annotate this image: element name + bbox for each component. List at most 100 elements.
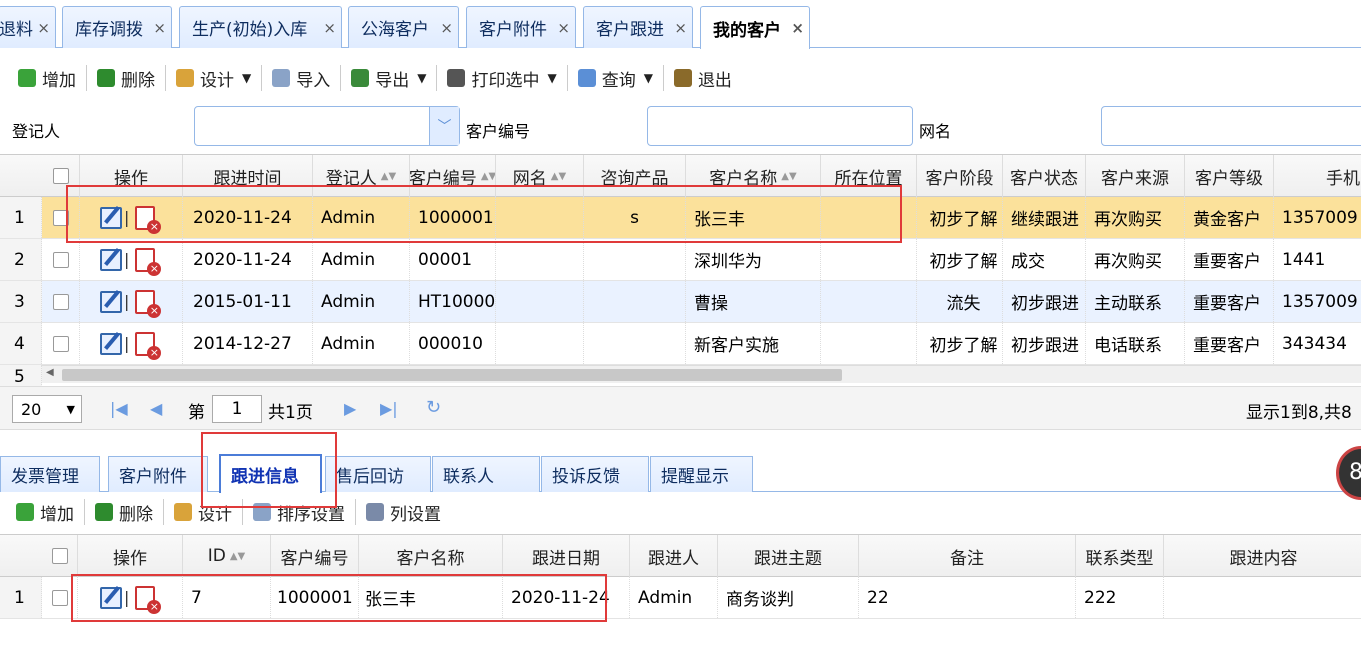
header-select-all[interactable] bbox=[42, 535, 78, 577]
bottom-tab-5[interactable]: 投诉反馈 bbox=[541, 456, 649, 492]
sort-icon[interactable]: ▲▼ bbox=[381, 171, 396, 182]
delete-button[interactable]: 删除 bbox=[87, 496, 161, 528]
subheader-col-3[interactable]: 客户编号 bbox=[271, 535, 359, 577]
tab-5[interactable]: 客户跟进 × bbox=[583, 6, 693, 48]
edit-icon[interactable] bbox=[100, 248, 122, 271]
select-all-checkbox[interactable] bbox=[51, 548, 68, 564]
delete-icon[interactable] bbox=[135, 585, 162, 614]
export-button[interactable]: 导出 ▼ bbox=[343, 62, 434, 94]
header-col-8[interactable]: 所在位置 bbox=[821, 155, 917, 197]
next-page-icon[interactable]: ▶ bbox=[344, 399, 356, 418]
row-checkbox-cell[interactable] bbox=[42, 239, 80, 280]
row-checkbox-cell[interactable] bbox=[42, 197, 80, 238]
delete-icon[interactable] bbox=[135, 331, 162, 360]
row-checkbox[interactable] bbox=[52, 293, 69, 310]
row-checkbox-cell[interactable] bbox=[42, 281, 80, 322]
subheader-col-6[interactable]: 跟进人 bbox=[630, 535, 718, 577]
scrollbar-thumb[interactable] bbox=[62, 369, 842, 381]
delete-icon[interactable] bbox=[135, 289, 162, 318]
close-icon[interactable]: × bbox=[153, 19, 166, 37]
header-col-4[interactable]: 客户编号 ▲▼ bbox=[410, 155, 496, 197]
close-icon[interactable]: × bbox=[37, 19, 50, 37]
table-row[interactable]: 1|71000001张三丰2020-11-24Admin商务谈判22222 bbox=[0, 577, 1361, 619]
wrench-button[interactable]: 列设置 bbox=[358, 496, 449, 528]
search-button[interactable]: 查询 ▼ bbox=[570, 62, 661, 94]
design-button[interactable]: 设计 ▼ bbox=[168, 62, 259, 94]
chevron-down-icon[interactable]: ﹀ bbox=[429, 107, 459, 145]
bottom-tab-0[interactable]: 发票管理 bbox=[0, 456, 100, 492]
header-col-12[interactable]: 客户等级 bbox=[1185, 155, 1274, 197]
sort-button[interactable]: 排序设置 bbox=[245, 496, 353, 528]
sort-icon[interactable]: ▲▼ bbox=[781, 171, 796, 182]
close-icon[interactable]: × bbox=[323, 19, 336, 37]
table-row[interactable]: 2 | 2020-11-24Admin00001 深圳华为 初步了解成交再次购买重要客户… bbox=[0, 239, 1361, 281]
edit-icon[interactable] bbox=[100, 586, 122, 609]
delete-button[interactable]: 删除 bbox=[89, 62, 163, 94]
page-number-input[interactable]: 1 bbox=[212, 395, 262, 423]
tab-3[interactable]: 公海客户 × bbox=[348, 6, 459, 48]
subheader-col-4[interactable]: 客户名称 bbox=[359, 535, 503, 577]
close-icon[interactable]: × bbox=[557, 19, 570, 37]
page-size-select[interactable]: 20 ▼ bbox=[12, 395, 82, 423]
refresh-icon[interactable]: ↻ bbox=[426, 397, 441, 418]
registrant-combo[interactable]: ﹀ bbox=[194, 106, 460, 146]
prev-page-icon[interactable]: ◀ bbox=[150, 399, 162, 418]
tab-4[interactable]: 客户附件 × bbox=[466, 6, 576, 48]
add-button[interactable]: 增加 bbox=[10, 62, 84, 94]
header-col-13[interactable]: 手机 bbox=[1274, 155, 1361, 197]
first-page-icon[interactable]: |◀ bbox=[110, 399, 128, 418]
sort-icon[interactable]: ▲▼ bbox=[551, 171, 566, 182]
table-row[interactable]: 1 | 2020-11-24Admin1000001 s张三丰 初步了解继续跟进再次购买… bbox=[0, 197, 1361, 239]
tab-1[interactable]: 库存调拨 × bbox=[62, 6, 172, 48]
header-select-all[interactable] bbox=[42, 155, 80, 197]
header-col-6[interactable]: 咨询产品 bbox=[584, 155, 686, 197]
caret-down-icon[interactable]: ▼ bbox=[417, 71, 426, 85]
subheader-col-8[interactable]: 备注 bbox=[859, 535, 1076, 577]
table-row[interactable]: 3 | 2015-01-11AdminHT10000 曹操 流失初步跟进主动联系重要客户… bbox=[0, 281, 1361, 323]
tab-0[interactable]: 退料 × bbox=[0, 6, 56, 48]
scroll-left-icon[interactable]: ◀ bbox=[46, 367, 54, 378]
sort-icon[interactable]: ▲▼ bbox=[230, 551, 245, 562]
header-col-11[interactable]: 客户来源 bbox=[1086, 155, 1185, 197]
design-button[interactable]: 设计 bbox=[166, 496, 240, 528]
bottom-tab-3[interactable]: 售后回访 bbox=[325, 456, 431, 492]
header-col-7[interactable]: 客户名称 ▲▼ bbox=[686, 155, 821, 197]
header-col-2[interactable]: 跟进时间 bbox=[183, 155, 313, 197]
bottom-tab-1[interactable]: 客户附件 bbox=[108, 456, 208, 492]
bottom-tab-6[interactable]: 提醒显示 bbox=[650, 456, 753, 492]
customer-no-input[interactable] bbox=[647, 106, 913, 146]
row-checkbox[interactable] bbox=[52, 335, 69, 352]
row-checkbox-cell[interactable] bbox=[42, 577, 78, 618]
caret-down-icon[interactable]: ▼ bbox=[644, 71, 653, 85]
row-checkbox-cell[interactable] bbox=[42, 323, 80, 364]
subheader-col-7[interactable]: 跟进主题 bbox=[718, 535, 859, 577]
header-col-9[interactable]: 客户阶段 bbox=[917, 155, 1003, 197]
print-button[interactable]: 打印选中 ▼ bbox=[439, 62, 564, 94]
horizontal-scrollbar[interactable]: ◀ bbox=[42, 365, 1361, 383]
edit-icon[interactable] bbox=[100, 332, 122, 355]
subheader-col-10[interactable]: 跟进内容 bbox=[1164, 535, 1361, 577]
exit-button[interactable]: 退出 bbox=[666, 62, 740, 94]
row-checkbox[interactable] bbox=[52, 209, 69, 226]
caret-down-icon[interactable]: ▼ bbox=[547, 71, 556, 85]
subheader-col-9[interactable]: 联系类型 bbox=[1076, 535, 1164, 577]
bottom-tab-4[interactable]: 联系人 bbox=[432, 456, 540, 492]
sort-icon[interactable]: ▲▼ bbox=[481, 171, 495, 182]
caret-down-icon[interactable]: ▼ bbox=[242, 71, 251, 85]
close-icon[interactable]: × bbox=[674, 19, 687, 37]
row-checkbox[interactable] bbox=[52, 251, 69, 268]
table-row[interactable]: 4 | 2014-12-27Admin000010 新客户实施 初步了解初步跟进电话联系… bbox=[0, 323, 1361, 365]
subheader-col-5[interactable]: 跟进日期 bbox=[503, 535, 630, 577]
edit-icon[interactable] bbox=[100, 290, 122, 313]
tab-6[interactable]: 我的客户 × bbox=[700, 6, 810, 49]
delete-icon[interactable] bbox=[135, 205, 162, 234]
row-checkbox[interactable] bbox=[51, 589, 68, 606]
tab-2[interactable]: 生产(初始)入库 × bbox=[179, 6, 342, 48]
bottom-tab-2[interactable]: 跟进信息 bbox=[219, 454, 322, 493]
import-button[interactable]: 导入 bbox=[264, 62, 338, 94]
header-col-10[interactable]: 客户状态 bbox=[1003, 155, 1086, 197]
add-button[interactable]: 增加 bbox=[8, 496, 82, 528]
header-col-3[interactable]: 登记人 ▲▼ bbox=[313, 155, 410, 197]
header-col-1[interactable]: 操作 bbox=[80, 155, 183, 197]
delete-icon[interactable] bbox=[135, 247, 162, 276]
